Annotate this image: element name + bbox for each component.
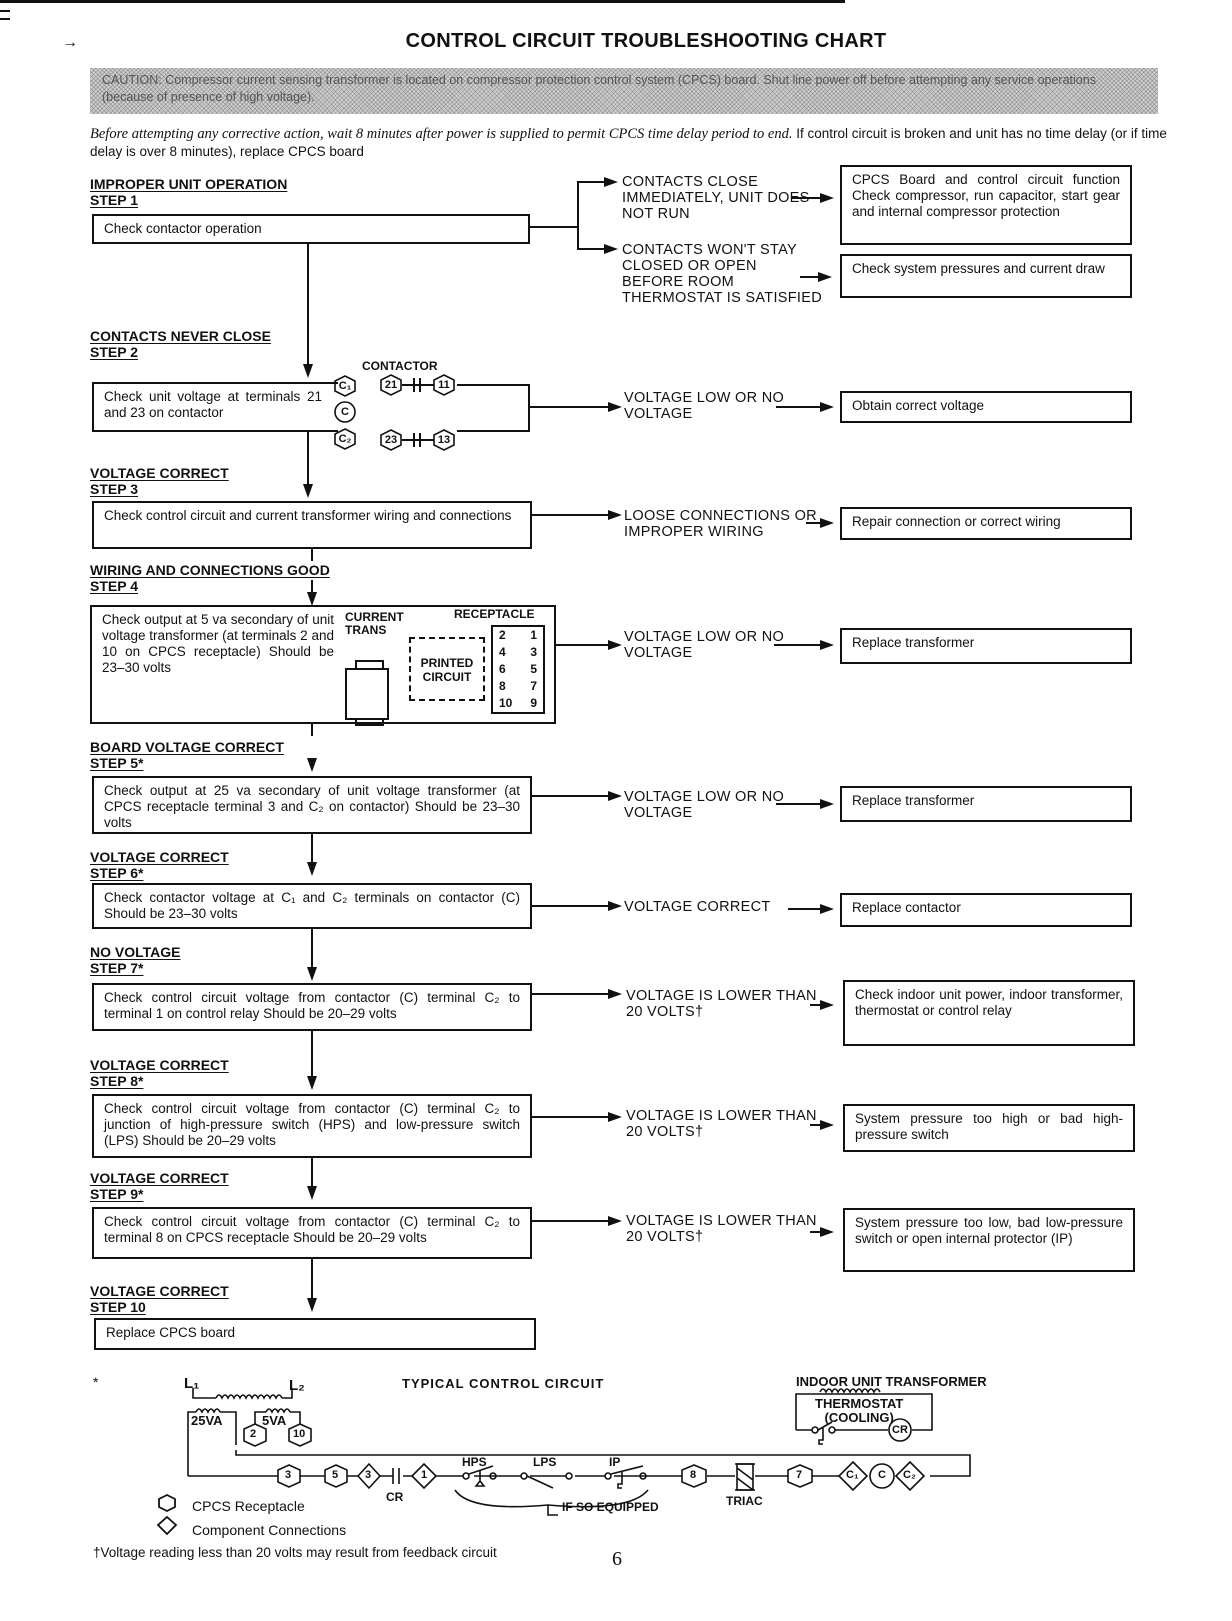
legend-diamond-label: Component Connections <box>192 1522 347 1538</box>
cr-coil-label: CR <box>892 1424 908 1436</box>
chain-cr-label: CR <box>386 1490 404 1504</box>
secondary-coil-25va <box>195 1408 221 1414</box>
legend-icons <box>156 1493 178 1536</box>
chain-t5-label: 5 <box>332 1469 339 1481</box>
triac-label: TRIAC <box>726 1494 763 1508</box>
chain-t7-label: 7 <box>796 1469 803 1481</box>
ip-label: IP <box>609 1455 621 1469</box>
hexagon-icon <box>158 1493 176 1513</box>
l2-wire <box>282 1388 293 1399</box>
lps-label: LPS <box>533 1455 557 1469</box>
t2-label: 2 <box>250 1428 257 1440</box>
legend-hex-label: CPCS Receptacle <box>192 1498 305 1514</box>
l1-wire <box>192 1388 216 1399</box>
hps-label: HPS <box>462 1455 487 1469</box>
t10-label: 10 <box>293 1428 306 1440</box>
chain-d3-label: 3 <box>365 1469 372 1481</box>
chain-dc2-label: C₂ <box>903 1469 916 1481</box>
page-number: 6 <box>612 1548 622 1570</box>
chain-t8-label: 8 <box>690 1469 697 1481</box>
primary-coil <box>215 1394 283 1400</box>
chain-d1-label: 1 <box>421 1469 428 1481</box>
chain-cc-label: C <box>878 1469 886 1481</box>
chain-t3-label: 3 <box>285 1469 292 1481</box>
if-so-equipped-label: IF SO EQUIPPED <box>562 1500 659 1514</box>
footnote: †Voltage reading less than 20 volts may … <box>93 1545 497 1560</box>
chain-dc1-label: C₁ <box>846 1469 859 1481</box>
secondary-coil-5va <box>265 1408 291 1414</box>
diamond-icon <box>156 1515 178 1536</box>
control-circuit-diagram <box>187 1388 971 1516</box>
